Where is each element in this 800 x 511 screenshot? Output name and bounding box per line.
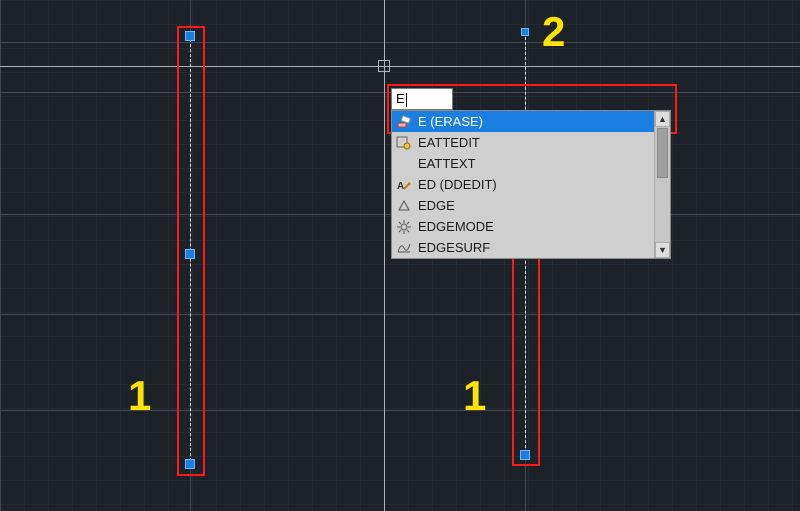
scroll-thumb[interactable] (657, 128, 668, 178)
annotation-highlight (512, 244, 540, 466)
chevron-down-icon: ▼ (658, 245, 667, 255)
cursor-pickbox (378, 60, 390, 72)
grid-line-v (0, 0, 1, 511)
scroll-down-button[interactable]: ▼ (655, 242, 670, 258)
annotation-label: 2 (542, 8, 565, 56)
command-suggestions[interactable]: E (ERASE) EATTEDIT EATTEXT A ED (DDEDIT)… (391, 110, 671, 259)
suggestion-label: EDGESURF (418, 240, 666, 255)
svg-text:A: A (397, 181, 404, 192)
cursor-crosshair-h (0, 66, 800, 67)
suggestion-label: EATTEDIT (418, 135, 666, 150)
erase-icon (396, 114, 412, 130)
chevron-up-icon: ▲ (658, 114, 667, 124)
edgesurf-icon (396, 240, 412, 256)
annotation-highlight (177, 26, 205, 476)
cursor-crosshair-v (384, 0, 385, 511)
suggestion-label: EDGEMODE (418, 219, 666, 234)
grid-line-h (0, 314, 800, 315)
grip-endpoint[interactable] (521, 28, 529, 36)
suggestion-item[interactable]: EATTEDIT (392, 132, 670, 153)
grid-line-h (0, 410, 800, 411)
suggestion-label: EATTEXT (418, 156, 666, 171)
ddedit-icon: A (396, 177, 412, 193)
suggestion-item[interactable]: EATTEXT (392, 153, 670, 174)
suggestion-item[interactable]: E (ERASE) (392, 111, 670, 132)
edge-icon (396, 198, 412, 214)
suggestion-item[interactable]: EDGESURF (392, 237, 670, 258)
suggestion-item[interactable]: EDGE (392, 195, 670, 216)
suggestions-scrollbar[interactable]: ▲ ▼ (654, 111, 670, 258)
suggestion-label: EDGE (418, 198, 666, 213)
annotation-label: 1 (463, 372, 486, 420)
suggestion-label: E (ERASE) (418, 114, 666, 129)
gear-icon (396, 219, 412, 235)
suggestion-label: ED (DDEDIT) (418, 177, 666, 192)
blank-icon (396, 156, 412, 172)
suggestion-item[interactable]: A ED (DDEDIT) (392, 174, 670, 195)
attedit-icon (396, 135, 412, 151)
scroll-up-button[interactable]: ▲ (655, 111, 670, 127)
grid-line-h (0, 42, 800, 43)
suggestion-item[interactable]: EDGEMODE (392, 216, 670, 237)
drawing-canvas[interactable]: 1 1 2 E E (ERASE) EATTEDIT EATTEXT A (0, 0, 800, 511)
annotation-label: 1 (128, 372, 151, 420)
